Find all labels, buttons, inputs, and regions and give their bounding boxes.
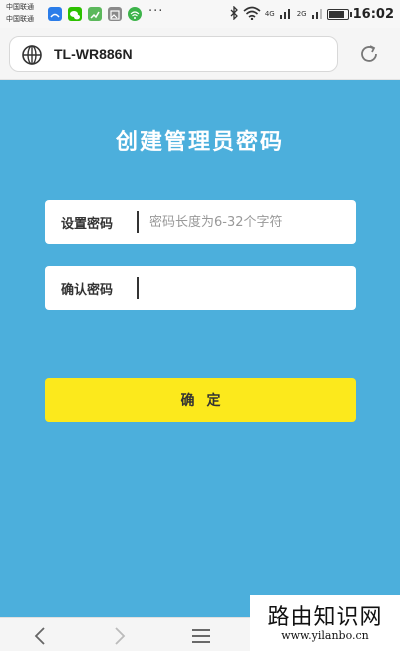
wifi-share-icon: [128, 7, 142, 21]
status-indicators: 4G 2G 16:02: [229, 4, 394, 23]
url-text: TL-WR886N: [54, 46, 133, 62]
confirm-password-input[interactable]: [149, 266, 349, 310]
field-separator-2: [137, 277, 139, 299]
address-bar[interactable]: TL-WR886N: [9, 36, 338, 72]
watermark-url: www.yilanbo.cn: [281, 629, 369, 642]
page-title: 创建管理员密码: [115, 129, 284, 155]
wechat-icon: [68, 7, 82, 21]
status-time: 16:02: [352, 6, 394, 22]
signal-icon-2: [311, 6, 323, 23]
main-content: 创建管理员密码 设置密码 确认密码 确定: [0, 80, 400, 617]
confirm-password-label: 确认密码: [61, 283, 114, 298]
network-2g-label: 2G: [296, 9, 307, 18]
bluetooth-icon: [229, 4, 239, 23]
back-icon[interactable]: [30, 625, 52, 647]
set-password-input[interactable]: [149, 200, 349, 244]
field-separator: [137, 211, 139, 233]
status-bar: 中国联通 中国联通 ··· 4G 2G 16:02: [0, 0, 400, 28]
battery-icon: [326, 8, 352, 20]
watermark: 路由知识网 www.yilanbo.cn: [250, 595, 400, 651]
carrier-name-2: 中国联通: [6, 15, 34, 23]
set-password-field: 设置密码: [45, 200, 356, 244]
battery-fill: [328, 10, 344, 18]
set-password-label: 设置密码: [61, 217, 114, 232]
wifi-icon: [243, 6, 261, 23]
refresh-icon[interactable]: [357, 42, 381, 66]
forward-icon[interactable]: [108, 625, 130, 647]
globe-icon: [21, 44, 43, 66]
carrier-name-1: 中国联通: [6, 3, 34, 11]
confirm-password-field: 确认密码: [45, 266, 356, 310]
chart-app-icon: [88, 7, 102, 21]
menu-icon[interactable]: [190, 625, 212, 647]
gallery-icon: [108, 7, 122, 21]
more-notifications: ···: [148, 4, 164, 19]
confirm-button[interactable]: 确定: [45, 378, 356, 422]
browser-toolbar: TL-WR886N: [0, 28, 400, 80]
alipay-icon: [48, 7, 62, 21]
watermark-title: 路由知识网: [267, 605, 383, 630]
network-4g-label: 4G: [264, 9, 275, 18]
signal-icon: [279, 6, 293, 23]
